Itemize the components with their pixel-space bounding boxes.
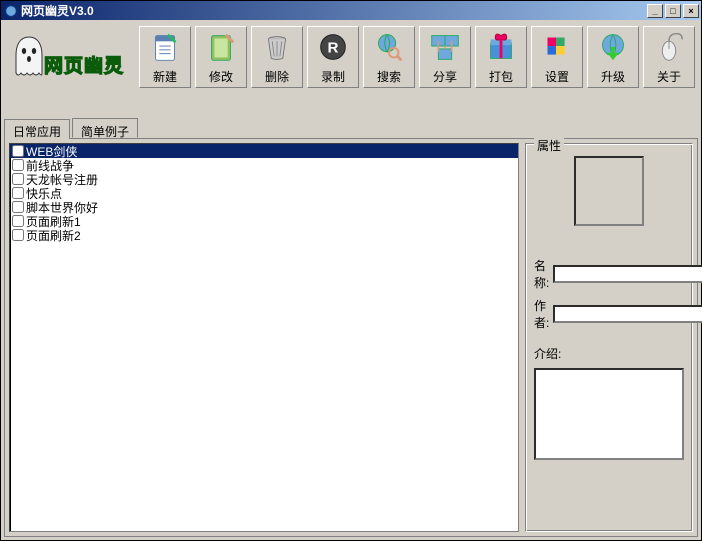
mouse-icon [649, 28, 689, 66]
record-button[interactable]: R 录制 [307, 26, 359, 88]
logo-text: 网页幽灵 [44, 51, 124, 78]
minimize-button[interactable]: _ [647, 4, 663, 18]
toolbar-label: 搜索 [377, 68, 401, 85]
name-input[interactable] [553, 265, 702, 283]
tab-simple[interactable]: 简单例子 [72, 118, 138, 138]
search-button[interactable]: 搜索 [363, 26, 415, 88]
author-label: 作者: [534, 297, 549, 331]
toolbar-label: 设置 [545, 68, 569, 85]
list-item-label: 页面刷新2 [26, 227, 81, 244]
giftbox-icon [481, 28, 521, 66]
tab-strip: 日常应用简单例子 [4, 118, 698, 139]
settings-button[interactable]: 设置 [531, 26, 583, 88]
toolbar-label: 录制 [321, 68, 345, 85]
toolbar-label: 升级 [601, 68, 625, 85]
new-button[interactable]: 新建 [139, 26, 191, 88]
share-button[interactable]: 分享 [419, 26, 471, 88]
tab-daily[interactable]: 日常应用 [4, 119, 70, 139]
app-icon [4, 4, 18, 18]
trash-icon [257, 28, 297, 66]
notepad-icon [145, 28, 185, 66]
logo: 网页幽灵 [4, 23, 139, 101]
letter-r-icon: R [313, 28, 353, 66]
toolbar: 新建 修改 删除 R 录制 搜索 分享 打包 设置 升级 关于 [139, 23, 698, 88]
script-list[interactable]: WEB剑侠前线战争天龙帐号注册快乐点脚本世界你好页面刷新1页面刷新2 [9, 143, 519, 532]
window-title: 网页幽灵V3.0 [21, 2, 647, 19]
window-controls: _ □ × [647, 4, 701, 18]
maximize-button[interactable]: □ [665, 4, 681, 18]
content: 网页幽灵 新建 修改 删除 R 录制 搜索 分享 打包 设置 升级 关于 日常应用简单例子 WEB剑… [1, 20, 701, 540]
header-area: 网页幽灵 新建 修改 删除 R 录制 搜索 分享 打包 设置 升级 关于 [4, 23, 698, 108]
properties-panel: 属性 名称: 作者: 介绍: [525, 143, 693, 532]
toolbar-label: 修改 [209, 68, 233, 85]
list-item-checkbox[interactable] [12, 187, 24, 199]
list-item[interactable]: 脚本世界你好 [10, 200, 518, 214]
close-button[interactable]: × [683, 4, 699, 18]
pack-button[interactable]: 打包 [475, 26, 527, 88]
list-item-checkbox[interactable] [12, 159, 24, 171]
toolbar-label: 打包 [489, 68, 513, 85]
intro-label: 介绍: [534, 345, 684, 362]
ghost-icon [12, 35, 46, 79]
preview-thumbnail [574, 156, 644, 226]
svg-text:R: R [328, 40, 339, 57]
book-icon [201, 28, 241, 66]
list-item-checkbox[interactable] [12, 229, 24, 241]
author-input[interactable] [553, 305, 702, 323]
list-item-checkbox[interactable] [12, 201, 24, 213]
titlebar: 网页幽灵V3.0 _ □ × [1, 1, 701, 20]
list-item-checkbox[interactable] [12, 145, 24, 157]
upgrade-button[interactable]: 升级 [587, 26, 639, 88]
list-item[interactable]: WEB剑侠 [10, 144, 518, 158]
list-item-checkbox[interactable] [12, 215, 24, 227]
toolbar-label: 新建 [153, 68, 177, 85]
intro-textarea[interactable] [534, 368, 684, 460]
name-label: 名称: [534, 257, 549, 291]
main-area: WEB剑侠前线战争天龙帐号注册快乐点脚本世界你好页面刷新1页面刷新2 属性 名称… [4, 139, 698, 537]
list-item-checkbox[interactable] [12, 173, 24, 185]
screens-icon [425, 28, 465, 66]
properties-title: 属性 [534, 137, 564, 154]
list-item[interactable]: 天龙帐号注册 [10, 172, 518, 186]
globe-up-icon [593, 28, 633, 66]
list-item[interactable]: 页面刷新1 [10, 214, 518, 228]
globe-search-icon [369, 28, 409, 66]
toolbar-label: 分享 [433, 68, 457, 85]
list-item[interactable]: 页面刷新2 [10, 228, 518, 242]
edit-button[interactable]: 修改 [195, 26, 247, 88]
toolbar-label: 删除 [265, 68, 289, 85]
delete-button[interactable]: 删除 [251, 26, 303, 88]
toolbar-label: 关于 [657, 68, 681, 85]
about-button[interactable]: 关于 [643, 26, 695, 88]
tetris-icon [537, 28, 577, 66]
